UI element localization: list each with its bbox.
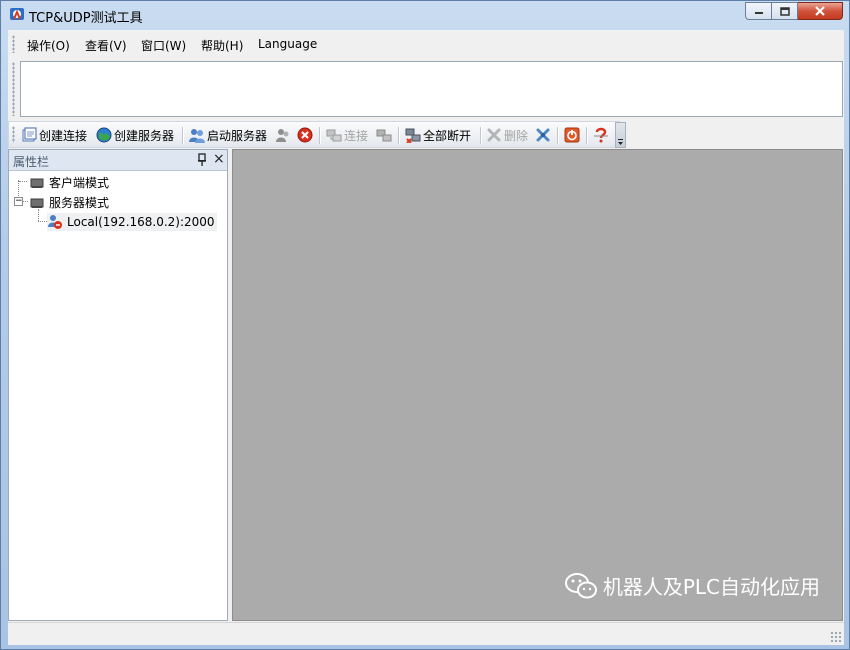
connect-label: 连接 [344,128,369,143]
toolbar-separator [586,127,587,144]
tree-item-label: Local(192.168.0.2):2000 [67,215,215,229]
stop-button[interactable] [297,126,315,144]
connect-button[interactable]: 连接 [326,126,368,144]
tools-icon [536,128,550,142]
tree-connector [38,221,47,222]
property-panel-title: 属性栏 [13,155,50,169]
server-user-icon [48,215,62,229]
toolbar-separator [557,127,558,144]
text-area[interactable] [20,61,843,117]
disconnect-all-label: 全部断开 [423,128,472,143]
tree-connector [23,201,28,202]
globe-icon [96,127,112,143]
close-button[interactable] [798,2,843,20]
delete-icon [487,128,501,142]
new-connection-icon [22,127,37,142]
stop-server-button[interactable] [275,126,293,144]
menu-window[interactable]: 窗口(W) [141,37,186,54]
tree-item-label: 服务器模式 [49,195,110,210]
resize-grip[interactable] [830,631,842,643]
create-server-button[interactable]: 创建服务器 [96,126,174,144]
tree-expander[interactable]: − [14,197,23,206]
tree-item-label: 客户端模式 [49,175,110,190]
help-button[interactable] [593,126,611,144]
toolbar-separator [182,127,183,144]
disconnect-icon [376,129,392,142]
minimize-icon [754,12,763,14]
panel-grip[interactable] [12,62,15,116]
users-icon [189,129,205,143]
tree-item-server-entry[interactable]: Local(192.168.0.2):2000 [47,213,217,231]
maximize-button[interactable] [772,2,798,20]
power-icon [564,127,580,143]
exit-button[interactable] [564,126,582,144]
minimize-button[interactable] [745,2,772,20]
chevron-down-icon [618,139,623,145]
start-server-label: 启动服务器 [207,128,268,143]
client-area: 操作(O) 查看(V) 窗口(W) 帮助(H) Language 创建连接 创建… [8,30,844,645]
address-panel [8,60,844,118]
property-panel: 属性栏 × − 客户端模式 服务器模式 Local(192.168.0.2):2… [8,149,228,621]
tree-connector [19,181,27,182]
toolbar: 创建连接 创建服务器 启动服务器 连接 全部断开 删除 [8,121,620,148]
panel-close-button[interactable]: × [213,152,225,166]
create-connection-label: 创建连接 [39,128,88,143]
computer-icon [30,178,44,188]
create-server-label: 创建服务器 [114,128,175,143]
disconnect-all-icon [405,128,421,143]
tree-item-server-mode[interactable]: 服务器模式 [29,193,109,211]
toolbar-overflow-button[interactable] [615,122,626,148]
maximize-icon [779,6,790,16]
menu-operation[interactable]: 操作(O) [27,37,70,54]
watermark: 机器人及PLC自动化应用 [564,571,820,600]
help-icon [594,127,608,143]
property-panel-header: 属性栏 × [9,150,227,171]
menu-bar: 操作(O) 查看(V) 窗口(W) 帮助(H) Language [8,30,844,59]
mdi-workspace[interactable]: 机器人及PLC自动化应用 [232,149,843,621]
tree-item-client-mode[interactable]: 客户端模式 [29,173,109,191]
disconnect-all-button[interactable]: 全部断开 [405,126,471,144]
users-gray-icon [276,129,289,142]
app-window: TCP&UDP测试工具 操作(O) 查看(V) 窗口(W) 帮助(H) Lang… [0,0,850,650]
title-bar[interactable]: TCP&UDP测试工具 [1,1,849,29]
app-icon [10,8,24,20]
red-x-icon [297,127,313,143]
delete-label: 删除 [504,128,529,143]
tools-button[interactable] [535,126,553,144]
connect-icon [326,129,342,142]
toolbar-separator [398,127,399,144]
wechat-icon [564,572,597,598]
menu-grip[interactable] [12,35,15,53]
toolbar-grip[interactable] [12,126,15,143]
status-bar [8,622,844,645]
toolbar-separator [319,127,320,144]
window-title: TCP&UDP测试工具 [29,11,143,26]
disconnect-button[interactable] [376,126,394,144]
create-connection-button[interactable]: 创建连接 [21,126,87,144]
computer-icon [30,198,44,208]
start-server-button[interactable]: 启动服务器 [189,126,267,144]
menu-language[interactable]: Language [258,37,317,51]
close-icon [815,6,825,16]
pin-icon[interactable] [197,153,207,167]
menu-help[interactable]: 帮助(H) [201,37,243,54]
menu-view[interactable]: 查看(V) [85,37,127,54]
watermark-text: 机器人及PLC自动化应用 [602,575,820,599]
delete-button[interactable]: 删除 [486,126,528,144]
toolbar-separator [480,127,481,144]
